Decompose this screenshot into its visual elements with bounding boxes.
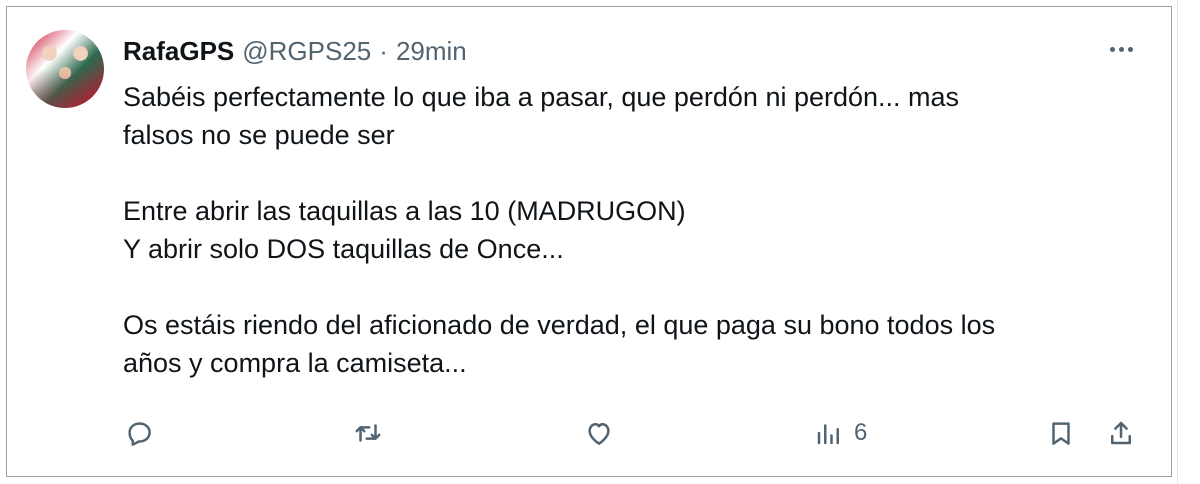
views-button[interactable]: 6 [814, 410, 867, 456]
more-icon-dot [1118, 46, 1124, 52]
retweet-button[interactable] [353, 410, 383, 456]
share-icon [1111, 421, 1131, 445]
tweet-time[interactable]: 29min [396, 36, 467, 67]
share-button[interactable] [1106, 410, 1136, 456]
avatar[interactable] [26, 30, 104, 108]
bookmark-icon [1052, 422, 1070, 445]
tweet-header: RafaGPS @RGPS25 · 29min [123, 36, 467, 66]
reply-button[interactable] [124, 410, 154, 456]
reply-icon [128, 422, 151, 446]
bookmark-button[interactable] [1046, 410, 1076, 456]
more-icon [1109, 46, 1115, 52]
tweet-text: Sabéis perfectamente lo que iba a pasar,… [123, 78, 1143, 382]
author-name[interactable]: RafaGPS [123, 36, 234, 67]
tweet-line: Entre abrir las taquillas a las 10 (MADR… [123, 196, 686, 226]
author-handle[interactable]: @RGPS25 [242, 36, 371, 67]
header-separator: · [379, 36, 388, 66]
views-icon [817, 424, 839, 445]
tweet-line: Sabéis perfectamente lo que iba a pasar,… [123, 82, 960, 112]
tweet-line: años y compra la camiseta... [123, 348, 467, 378]
tweet-line: Y abrir solo DOS taquillas de Once... [123, 234, 564, 264]
like-button[interactable] [584, 410, 614, 456]
tweet-line: falsos no se puede ser [123, 120, 395, 150]
tweet-actions: 6 [0, 410, 1200, 456]
like-icon [588, 423, 610, 445]
more-options-button[interactable] [1102, 34, 1140, 64]
tweet-line: Os estáis riendo del aficionado de verda… [123, 310, 996, 340]
views-count: 6 [854, 419, 868, 446]
more-icon-dot [1127, 46, 1133, 52]
retweet-icon [355, 424, 381, 442]
